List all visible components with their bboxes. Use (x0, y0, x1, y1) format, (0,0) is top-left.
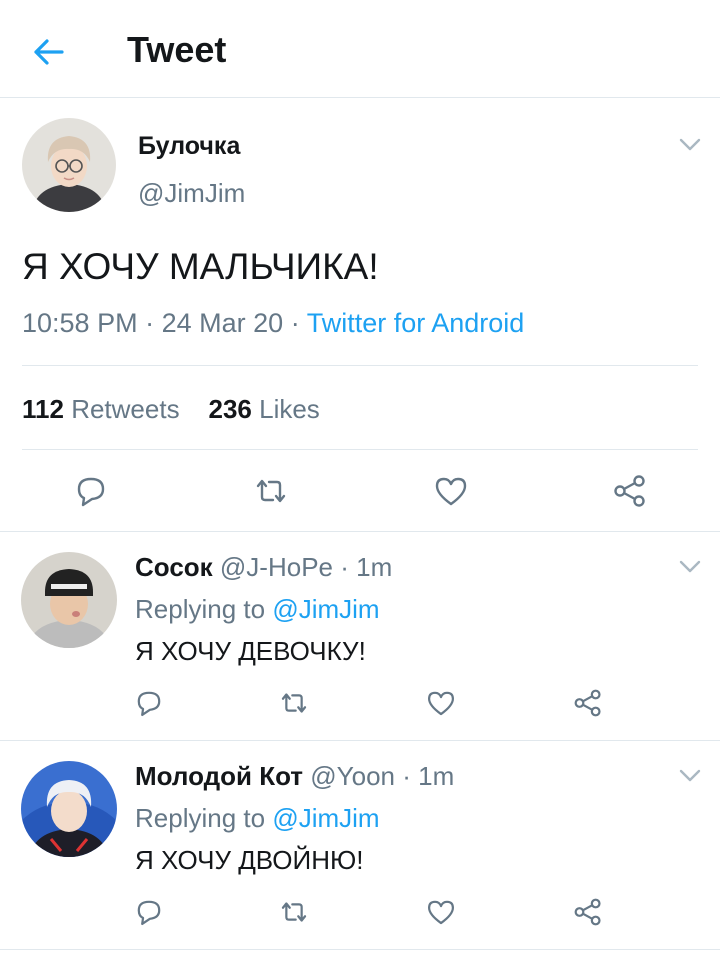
back-button[interactable] (28, 32, 68, 72)
retweets-count: 112 (22, 394, 64, 424)
retweets-label: Retweets (71, 394, 180, 424)
retweet-button[interactable] (251, 471, 291, 511)
reply-header: Сосок @J-HoPe · 1m (135, 552, 392, 583)
tweet-stats: 112 Retweets 236 Likes (22, 394, 320, 425)
avatar[interactable] (21, 552, 117, 648)
tweet-date: 24 Mar 20 (161, 308, 284, 338)
reply-icon (137, 691, 161, 717)
replying-to: Replying to @JimJim (135, 594, 380, 625)
avatar-image (22, 118, 116, 212)
tweet-menu-button[interactable] (679, 560, 701, 574)
replying-label: Replying to (135, 803, 266, 833)
like-button[interactable] (424, 895, 458, 929)
share-button[interactable] (571, 895, 605, 929)
share-icon (614, 475, 645, 507)
display-name[interactable]: Булочка (138, 132, 240, 161)
tweet-meta: 10:58 PM · 24 Mar 20 · Twitter for Andro… (22, 308, 524, 339)
arrow-left-icon (34, 39, 64, 65)
reply-button[interactable] (132, 686, 166, 720)
tweet-menu-button[interactable] (679, 138, 701, 152)
avatar-image (21, 761, 117, 857)
meta-separator: · (290, 308, 300, 338)
reply-tweet[interactable]: Сосок @J-HoPe · 1m Replying to @JimJim Я… (0, 532, 720, 741)
likes-label: Likes (259, 394, 320, 424)
reply-time: · 1m (402, 761, 455, 791)
share-icon (574, 898, 601, 926)
share-button[interactable] (571, 686, 605, 720)
reply-text: Я ХОЧУ ДВОЙНЮ! (135, 845, 364, 875)
meta-separator: · (145, 308, 155, 338)
retweet-icon (281, 693, 307, 713)
reply-button[interactable] (132, 895, 166, 929)
like-button[interactable] (424, 686, 458, 720)
heart-icon (427, 900, 455, 925)
chevron-down-icon (679, 560, 701, 573)
likes-stat[interactable]: 236 Likes (208, 394, 319, 424)
user-handle[interactable]: @Yoon (310, 761, 395, 791)
retweet-button[interactable] (277, 686, 311, 720)
top-app-bar: Tweet (0, 0, 720, 98)
user-handle[interactable]: @J-HoPe (220, 552, 333, 582)
retweet-icon (256, 479, 286, 503)
likes-count: 236 (208, 394, 252, 424)
tweet-time: 10:58 PM (22, 308, 138, 338)
avatar[interactable] (22, 118, 116, 212)
retweet-icon (281, 902, 307, 922)
main-tweet: Булочка @JimJim Я ХОЧУ МАЛЬЧИКА! 10:58 P… (0, 98, 720, 532)
reply-icon (77, 477, 105, 507)
reply-button[interactable] (71, 471, 111, 511)
chevron-down-icon (679, 138, 701, 151)
avatar[interactable] (21, 761, 117, 857)
heart-icon (435, 477, 467, 506)
reply-icon (137, 900, 161, 926)
share-button[interactable] (610, 471, 650, 511)
reply-text: Я ХОЧУ ДЕВОЧКУ! (135, 636, 366, 666)
tweet-source-link[interactable]: Twitter for Android (307, 308, 525, 338)
reply-header: Молодой Кот @Yoon · 1m (135, 761, 454, 792)
heart-icon (427, 691, 455, 716)
display-name[interactable]: Молодой Кот (135, 761, 303, 791)
replying-to: Replying to @JimJim (135, 803, 380, 834)
tweet-menu-button[interactable] (679, 769, 701, 783)
user-handle[interactable]: @JimJim (138, 178, 245, 209)
page-title: Tweet (127, 29, 227, 70)
replying-label: Replying to (135, 594, 266, 624)
retweets-stat[interactable]: 112 Retweets (22, 394, 180, 424)
tweet-text: Я ХОЧУ МАЛЬЧИКА! (22, 246, 379, 287)
display-name[interactable]: Сосок (135, 552, 213, 582)
mention-link[interactable]: @JimJim (272, 594, 379, 624)
like-button[interactable] (431, 471, 471, 511)
avatar-image (21, 552, 117, 648)
divider (22, 365, 698, 366)
chevron-down-icon (679, 769, 701, 782)
mention-link[interactable]: @JimJim (272, 803, 379, 833)
share-icon (574, 689, 601, 717)
reply-tweet[interactable]: Молодой Кот @Yoon · 1m Replying to @JimJ… (0, 741, 720, 950)
divider (22, 449, 698, 450)
retweet-button[interactable] (277, 895, 311, 929)
reply-time: · 1m (340, 552, 393, 582)
